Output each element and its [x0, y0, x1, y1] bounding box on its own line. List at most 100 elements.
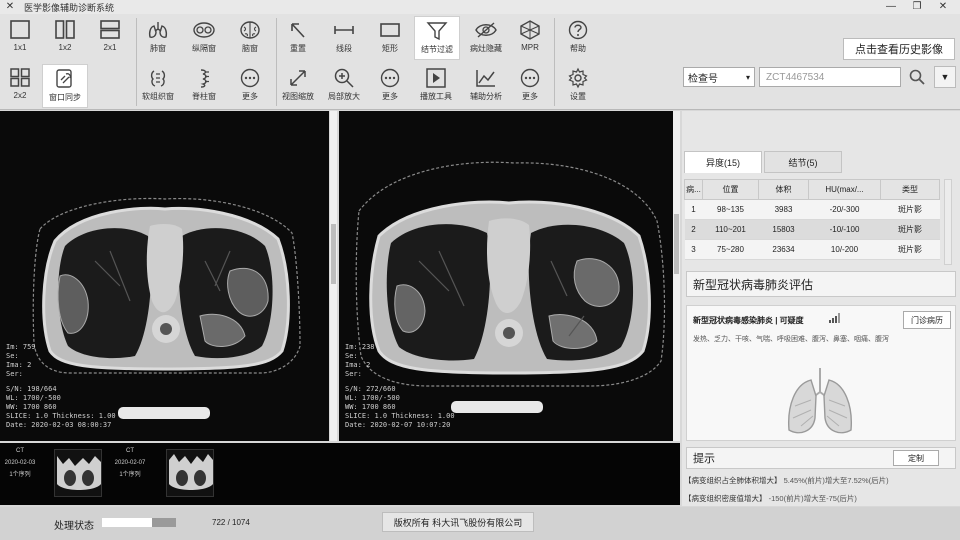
layout-2x2-icon: [10, 68, 30, 87]
close-button[interactable]: ✕: [932, 0, 954, 14]
ct-viewer-right[interactable]: Im: 238 Se: Ima: 2 Ser: S/N: 272/660 WL: 170…: [339, 111, 678, 441]
window-sync-button[interactable]: 窗口同步: [42, 64, 88, 108]
layout-2x2-button[interactable]: 2x2: [2, 64, 38, 108]
app-logo-icon: ✕: [5, 1, 15, 12]
scrollbar-thumb[interactable]: [674, 214, 679, 274]
view-zoom-button[interactable]: 视图缩放: [280, 64, 316, 108]
settings-button[interactable]: 设置: [560, 64, 596, 108]
toolbar-separator: [554, 18, 555, 106]
maximize-button[interactable]: ❐: [906, 0, 928, 14]
viewer-left-top-info: Im: 759 Se: Ima: 2 Ser:: [6, 343, 36, 378]
magnifier-icon: [334, 68, 354, 88]
layout-2x1-button[interactable]: 2x1: [92, 16, 128, 60]
assist-analysis-button[interactable]: 辅助分析: [464, 64, 508, 108]
toolbar-separator: [136, 18, 137, 106]
app-title: 医学影像辅助诊断系统: [24, 2, 115, 13]
assessment-card: 新型冠状病毒感染肺炎 | 可疑度 门诊病历 发热、乏力、干咳、气喘、呼吸困难、腹…: [686, 305, 956, 441]
table-row[interactable]: 2 110~201 15803 -10/-100 斑片影: [684, 219, 940, 240]
thumbnail-info-2: CT 2020-02-07 1个序列: [114, 448, 146, 478]
copyright-text: 版权所有 科大讯飞股份有限公司: [382, 512, 534, 532]
play-icon: [426, 68, 446, 88]
column-header[interactable]: 体积: [758, 179, 809, 200]
tab-abnormality[interactable]: 异度(15): [684, 151, 762, 173]
rectangle-button[interactable]: 矩形: [372, 16, 408, 60]
processing-count: 722 / 1074: [212, 518, 250, 527]
processing-progress-bar: [102, 518, 176, 527]
play-tool-button[interactable]: 播放工具: [418, 64, 454, 108]
table-scrollbar[interactable]: [944, 179, 952, 265]
search-type-select[interactable]: 检查号 ▾: [683, 67, 755, 87]
eye-hidden-icon: [475, 22, 497, 38]
more-analysis-button[interactable]: 更多: [512, 64, 548, 108]
title-bar: ✕ 医学影像辅助诊断系统 — ❐ ✕: [0, 0, 960, 14]
reset-button[interactable]: 重置: [280, 16, 316, 60]
table-row[interactable]: 3 75~280 23634 10/-200 斑片影: [684, 239, 940, 260]
search-button[interactable]: [906, 66, 928, 88]
more-window-button[interactable]: 更多: [232, 64, 268, 108]
series-thumbnail-2[interactable]: [166, 449, 214, 497]
line-segment-button[interactable]: 线段: [326, 16, 362, 60]
exam-id-input[interactable]: ZCT4467534: [759, 67, 901, 87]
thumbnail-scan-image: [55, 450, 101, 496]
lung-window-button[interactable]: 肺窗: [140, 16, 176, 60]
layout-1x2-button[interactable]: 1x2: [47, 16, 83, 60]
soft-tissue-window-button[interactable]: 软组织窗: [140, 64, 176, 108]
series-thumbnail-1[interactable]: [54, 449, 102, 497]
search-icon: [909, 69, 925, 85]
ct-viewer-left[interactable]: Im: 759 Se: Ima: 2 Ser: S/N: 198/664 WL: 170…: [0, 111, 329, 441]
zoom-fit-icon: [290, 70, 306, 86]
analysis-chart-icon: [476, 70, 495, 87]
thumbnail-scan-image: [167, 450, 213, 496]
view-history-button[interactable]: 点击查看历史影像: [843, 38, 955, 60]
hint-label: 提示: [693, 453, 715, 465]
more-dropdown-button[interactable]: ▼: [934, 66, 956, 88]
progress-fill: [102, 518, 152, 527]
lesion-table: 病... 位置 体积 HU(max/... 类型 1 98~135 3983 -…: [684, 179, 940, 260]
column-header[interactable]: 病...: [684, 179, 703, 200]
spine-icon: [200, 69, 209, 88]
filter-icon: [426, 22, 448, 41]
layout-1x1-icon: [10, 20, 30, 39]
mpr-button[interactable]: MPR: [512, 16, 548, 60]
analysis-tabs: 异度(15) 结节(5): [682, 151, 960, 173]
window-sync-icon: [56, 69, 72, 88]
help-button[interactable]: 帮助: [560, 16, 596, 60]
layout-2x1-icon: [100, 20, 120, 39]
help-icon: [568, 20, 588, 40]
lungs-icon: [788, 368, 852, 434]
tab-nodule[interactable]: 结节(5): [764, 151, 842, 173]
series-thumbnail-strip: CT 2020-02-03 1个序列 CT 2020-02-07 1个序列: [0, 443, 680, 505]
symptom-list: 发热、乏力、干咳、气喘、呼吸困难、腹泻、鼻塞、咽痛、腹泻: [693, 336, 889, 343]
table-row[interactable]: 1 98~135 3983 -20/-300 斑片影: [684, 199, 940, 220]
viewer-left-scrollbar[interactable]: [330, 111, 337, 441]
brain-window-button[interactable]: 脑窗: [232, 16, 268, 60]
brain-icon: [240, 21, 260, 39]
mediastinum-window-button[interactable]: 纵隔窗: [186, 16, 222, 60]
more-image-tools-button[interactable]: 更多: [372, 64, 408, 108]
mediastinum-icon: [193, 22, 215, 38]
lesion-hide-button[interactable]: 病灶隐藏: [464, 16, 508, 60]
column-header[interactable]: 类型: [880, 179, 940, 200]
select-caret-icon: ▾: [745, 72, 750, 82]
layout-1x1-button[interactable]: 1x1: [2, 16, 38, 60]
lung-icon: [148, 22, 168, 38]
clinic-record-button[interactable]: 门诊病历: [903, 311, 951, 329]
customize-button[interactable]: 定制: [893, 450, 939, 466]
hint-density-line: 【病变组织密度值增大】 -150(前片)增大至-75(后片): [684, 494, 857, 503]
column-header[interactable]: HU(max/...: [808, 179, 881, 200]
status-bar: 处理状态 722 / 1074 版权所有 科大讯飞股份有限公司: [0, 507, 960, 540]
scrollbar-thumb[interactable]: [331, 224, 336, 284]
nodule-filter-button[interactable]: 结节过滤: [414, 16, 460, 60]
viewer-right-scrollbar[interactable]: [673, 111, 680, 441]
minimize-button[interactable]: —: [880, 0, 902, 14]
toolbar: 1x1 1x2 2x1 2x2 窗口同步 肺窗 纵隔窗 脑窗 软组织窗 脊柱窗 …: [0, 14, 960, 110]
signal-strength-icon: [829, 313, 840, 323]
settings-gear-icon: [568, 67, 588, 89]
chevron-down-icon: ▼: [940, 72, 950, 82]
spine-window-button[interactable]: 脊柱窗: [186, 64, 222, 108]
processing-status-label: 处理状态: [54, 521, 94, 532]
local-zoom-button[interactable]: 局部放大: [326, 64, 362, 108]
hint-bar: 提示 定制: [686, 447, 956, 469]
column-header[interactable]: 位置: [702, 179, 759, 200]
assessment-title: 新型冠状病毒肺炎评估: [686, 271, 956, 297]
